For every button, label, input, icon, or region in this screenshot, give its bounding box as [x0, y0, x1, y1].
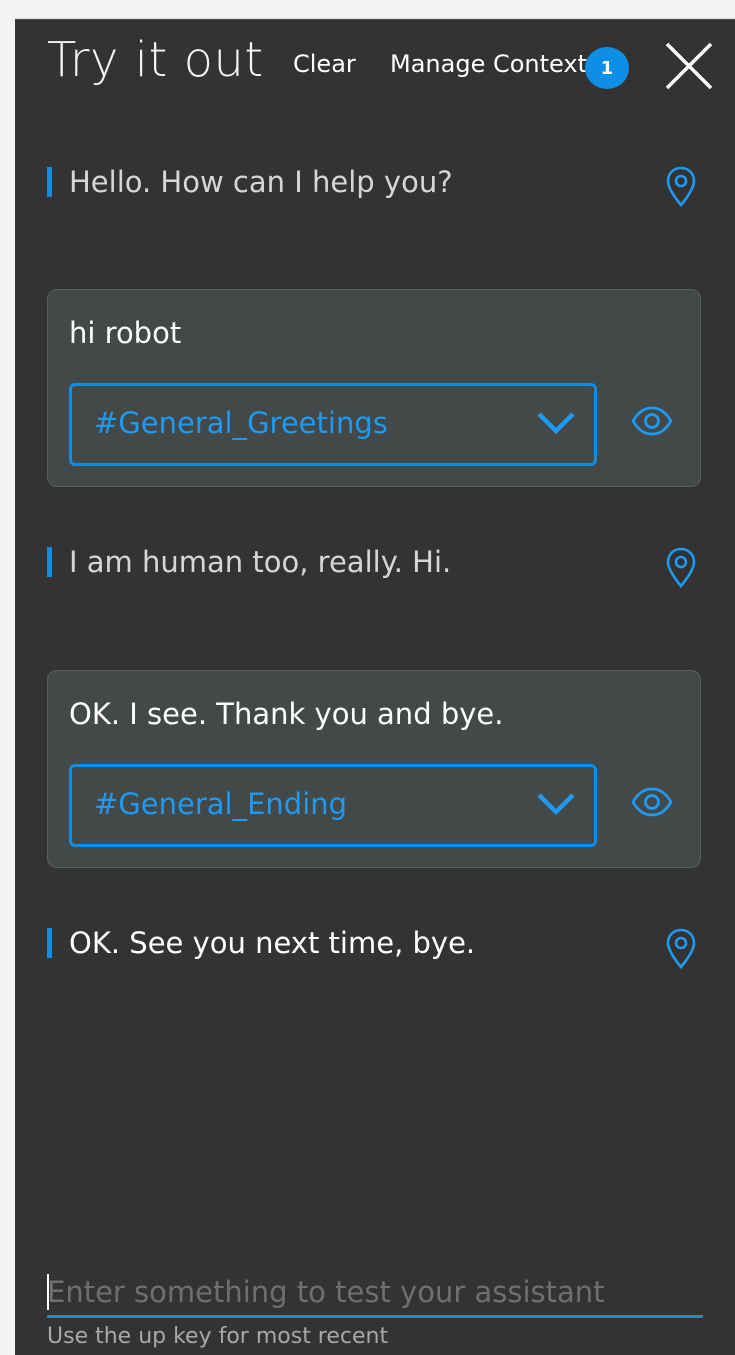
clear-button[interactable]: Clear: [293, 50, 356, 78]
bot-message-indicator: [47, 547, 52, 577]
bot-message-indicator: [47, 928, 52, 958]
intent-dropdown[interactable]: #General_Ending: [69, 764, 597, 847]
intent-label: #General_Ending: [94, 787, 348, 821]
close-button[interactable]: [663, 40, 715, 92]
location-pin-icon[interactable]: [665, 547, 697, 589]
chevron-down-icon: [537, 793, 575, 816]
try-it-out-panel: Try it out Clear Manage Context 1 Hello.…: [15, 19, 735, 1355]
user-message-text: hi robot: [69, 316, 182, 350]
message-input-wrapper: [47, 1270, 703, 1318]
location-pin-icon[interactable]: [665, 166, 697, 208]
context-count-badge[interactable]: 1: [585, 47, 629, 89]
intent-label: #General_Greetings: [94, 406, 388, 440]
text-caret: [47, 1274, 49, 1310]
message-input[interactable]: [47, 1270, 703, 1314]
chevron-down-icon: [537, 412, 575, 435]
top-bar: [0, 0, 735, 19]
location-pin-icon[interactable]: [665, 928, 697, 970]
user-message-card: hi robot #General_Greetings: [47, 289, 701, 487]
left-edge: [0, 18, 15, 1354]
eye-icon[interactable]: [631, 405, 673, 437]
manage-context-button[interactable]: Manage Context: [390, 50, 587, 78]
bot-message-text: Hello. How can I help you?: [69, 165, 453, 199]
bot-message: OK. See you next time, bye.: [47, 926, 687, 960]
user-message-text: OK. I see. Thank you and bye.: [69, 697, 504, 731]
bot-message: Hello. How can I help you?: [47, 165, 687, 199]
bot-message-text: I am human too, really. Hi.: [69, 545, 452, 579]
eye-icon[interactable]: [631, 786, 673, 818]
input-hint: Use the up key for most recent: [47, 1324, 389, 1349]
bot-message-indicator: [47, 167, 52, 197]
bot-message: I am human too, really. Hi.: [47, 545, 687, 579]
close-icon: [665, 42, 713, 90]
intent-dropdown[interactable]: #General_Greetings: [69, 383, 597, 466]
bot-message-text: OK. See you next time, bye.: [69, 926, 476, 960]
panel-title: Try it out: [47, 32, 264, 88]
user-message-card: OK. I see. Thank you and bye. #General_E…: [47, 670, 701, 868]
